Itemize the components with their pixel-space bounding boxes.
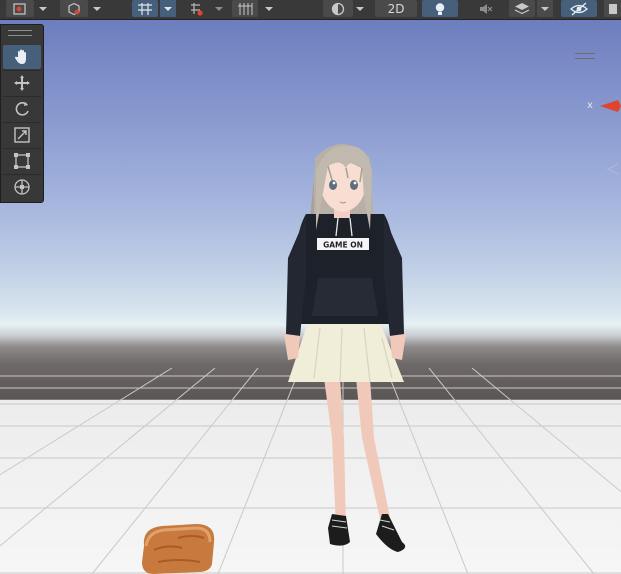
hoodie-text: GAME ON (323, 241, 363, 250)
pivot-dropdown-icon[interactable] (35, 0, 51, 17)
transform-icon (14, 179, 30, 195)
grid-snap-icon[interactable] (184, 0, 210, 17)
scene-toolbar: 2D (0, 0, 621, 20)
rotate-tool[interactable] (3, 97, 41, 121)
rect-transform-icon (14, 153, 30, 169)
mode-2d-label: 2D (387, 1, 405, 16)
grid-snap-dropdown-icon[interactable] (211, 0, 227, 17)
unity-scene-window: 2D GAME ON x (0, 0, 621, 574)
grid-dropdown-icon[interactable] (261, 0, 277, 17)
gizmo-axis-label: x (587, 100, 593, 111)
draw-mode-dropdown-icon[interactable] (89, 0, 105, 17)
snap-increment-dropdown-icon[interactable] (160, 0, 176, 17)
hand-icon (15, 49, 26, 64)
mode-2d-button[interactable]: 2D (375, 0, 417, 17)
transform-tool[interactable] (3, 175, 41, 199)
z-axis-cone-icon (606, 163, 619, 175)
lighting-icon[interactable] (422, 0, 458, 17)
move-tool[interactable] (3, 71, 41, 95)
bread-loaf[interactable] (138, 520, 218, 574)
shading-mode-icon[interactable] (323, 0, 353, 17)
x-axis-cone-icon (600, 100, 621, 112)
rotate-icon (15, 102, 29, 116)
snap-increment-icon[interactable] (132, 0, 158, 17)
effects-dropdown-icon[interactable] (537, 0, 553, 17)
viewport-options-icon[interactable] (575, 53, 595, 59)
draw-mode-icon[interactable] (60, 0, 88, 17)
audio-mute-icon[interactable] (472, 0, 498, 17)
effects-icon[interactable] (509, 0, 535, 17)
tools-panel (0, 24, 44, 203)
gizmos-icon[interactable] (604, 0, 621, 17)
scene-viewport[interactable]: GAME ON x (0, 20, 621, 574)
visibility-icon[interactable] (561, 0, 597, 17)
scene-orientation-gizmo[interactable] (596, 94, 621, 184)
panel-grip-icon[interactable] (8, 30, 32, 36)
anime-girl-character[interactable]: GAME ON (270, 138, 420, 568)
scale-tool[interactable] (3, 123, 41, 147)
shading-dropdown-icon[interactable] (352, 0, 368, 17)
grid-visibility-icon[interactable] (232, 0, 258, 17)
scale-icon (14, 127, 30, 143)
move-icon (14, 75, 30, 91)
hand-tool[interactable] (3, 45, 41, 69)
rect-tool[interactable] (3, 149, 41, 173)
pivot-icon[interactable] (6, 0, 34, 17)
